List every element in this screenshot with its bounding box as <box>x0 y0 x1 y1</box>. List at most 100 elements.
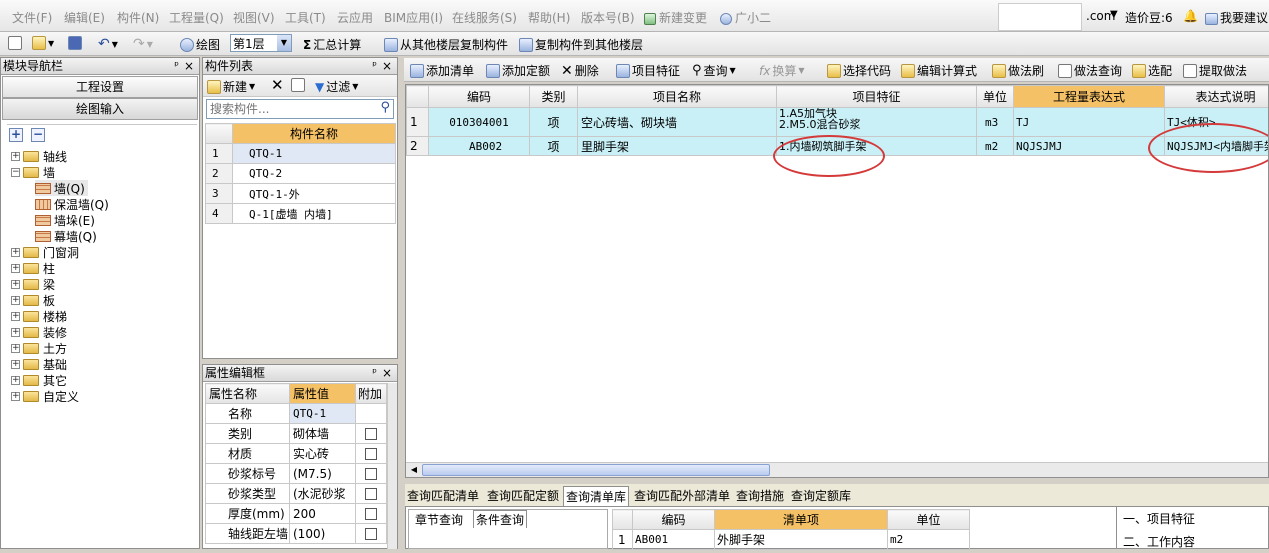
pin-icon[interactable]: ᵖ <box>372 58 377 74</box>
tree-item-pilaster[interactable]: 墙垛(E) <box>35 212 95 228</box>
sum-calc-button[interactable]: Σ汇总计算 <box>303 36 361 53</box>
project-feature-button[interactable]: 项目特征 <box>616 62 680 79</box>
tab-match-list[interactable]: 查询匹配清单 <box>407 487 479 504</box>
extra-checkbox[interactable] <box>365 428 377 440</box>
item-feature-line[interactable]: 2.M5.0混合砂浆 <box>779 119 976 130</box>
prop-value[interactable]: (M7.5) <box>290 464 356 484</box>
component-search-box[interactable]: ⚲ <box>206 99 394 119</box>
account-dropdown-icon[interactable]: ▼ <box>1110 9 1118 20</box>
prop-value[interactable]: QTQ-1 <box>290 404 356 424</box>
open-folder-icon[interactable]: ▼ <box>32 36 54 50</box>
col-unit-header[interactable]: 单位 <box>977 86 1014 108</box>
tab-condition-search[interactable]: 条件查询 <box>473 510 527 528</box>
table-row[interactable]: 1AB001外脚手架m2 <box>613 530 970 550</box>
scrollbar-thumb[interactable] <box>422 464 770 476</box>
component-name[interactable]: Q-1[虚墙 内墙] <box>233 204 396 224</box>
project-settings-button[interactable]: 工程设置 <box>2 76 198 98</box>
tree-item-axis[interactable]: +轴线 <box>11 148 67 164</box>
extract-method-button[interactable]: 提取做法 <box>1183 62 1247 79</box>
tree-item-insulation-wall[interactable]: 保温墙(Q) <box>35 196 109 212</box>
expand-icon[interactable]: + <box>11 328 20 337</box>
col-expr-header[interactable]: 工程量表达式 <box>1014 86 1165 108</box>
save-icon[interactable] <box>68 36 82 50</box>
item-unit[interactable]: m3 <box>977 108 1014 137</box>
delete-button[interactable]: ✕删除 <box>561 62 599 79</box>
table-row[interactable]: 1QTQ-1 <box>206 144 396 164</box>
tab-match-external-list[interactable]: 查询匹配外部清单 <box>634 487 730 504</box>
expand-icon[interactable]: + <box>11 280 20 289</box>
col-name-header[interactable]: 项目名称 <box>578 86 777 108</box>
col-desc-header[interactable]: 表达式说明 <box>1165 86 1269 108</box>
col-type-header[interactable]: 类别 <box>530 86 578 108</box>
item-name[interactable]: 里脚手架 <box>578 137 777 156</box>
component-search-input[interactable] <box>207 100 367 118</box>
collapse-all-icon[interactable]: − <box>31 128 45 142</box>
property-scrollbar[interactable] <box>387 383 397 549</box>
expand-icon[interactable]: + <box>11 264 20 273</box>
drawing-input-button[interactable]: 绘图输入 <box>2 98 198 120</box>
tab-match-quota[interactable]: 查询匹配定额 <box>487 487 559 504</box>
tab-chapter-search[interactable]: 章节查询 <box>415 511 463 528</box>
filter-button[interactable]: ▼过滤▼ <box>315 78 358 95</box>
extra-checkbox[interactable] <box>365 468 377 480</box>
extra-checkbox[interactable] <box>365 448 377 460</box>
expand-icon[interactable]: + <box>11 152 20 161</box>
tree-item-beam[interactable]: +梁 <box>11 276 55 292</box>
prop-value[interactable]: (100) <box>290 524 356 544</box>
extra-checkbox[interactable] <box>365 528 377 540</box>
tree-item-curtain-wall[interactable]: 幕墙(Q) <box>35 228 97 244</box>
redo-icon[interactable]: ↷▼ <box>133 36 153 52</box>
menu-edit[interactable]: 编辑(E) <box>64 9 105 26</box>
item-unit[interactable]: m2 <box>977 137 1014 156</box>
new-file-icon[interactable] <box>8 36 22 50</box>
new-component-button[interactable]: 新建▼ <box>207 78 255 95</box>
component-name[interactable]: QTQ-1 <box>233 144 396 164</box>
pin-icon[interactable]: ᵖ <box>372 365 377 381</box>
match-button[interactable]: 选配 <box>1132 62 1172 79</box>
add-list-button[interactable]: 添加清单 <box>410 62 474 79</box>
undo-icon[interactable]: ↶▼ <box>98 36 118 52</box>
tree-item-earthwork[interactable]: +土方 <box>11 340 67 356</box>
prop-value[interactable]: 实心砖 <box>290 444 356 464</box>
table-row[interactable]: 2QTQ-2 <box>206 164 396 184</box>
col-code-header[interactable]: 编码 <box>429 86 530 108</box>
add-quota-button[interactable]: 添加定额 <box>486 62 550 79</box>
extra-checkbox[interactable] <box>365 508 377 520</box>
tab-list-library[interactable]: 查询清单库 <box>563 486 629 506</box>
prop-value[interactable]: 砌体墙 <box>290 424 356 444</box>
suggest-button[interactable]: 我要建议 <box>1205 9 1268 26</box>
account-field[interactable] <box>998 3 1082 31</box>
detail-feature-heading[interactable]: 一、项目特征 <box>1117 507 1268 530</box>
item-type[interactable]: 项 <box>530 108 578 137</box>
menu-quantity[interactable]: 工程量(Q) <box>169 9 224 26</box>
tab-quota-library[interactable]: 查询定额库 <box>791 487 851 504</box>
close-icon[interactable]: × <box>382 58 392 74</box>
menu-help[interactable]: 帮助(H) <box>528 9 570 26</box>
table-row[interactable]: 4Q-1[虚墙 内墙] <box>206 204 396 224</box>
item-expr[interactable]: TJ <box>1014 108 1165 137</box>
menu-view[interactable]: 视图(V) <box>233 9 275 26</box>
component-name-header[interactable]: 构件名称 <box>233 124 396 144</box>
close-icon[interactable]: × <box>382 365 392 381</box>
prop-value[interactable]: (水泥砂浆 <box>290 484 356 504</box>
lib-unit-header[interactable]: 单位 <box>888 510 970 530</box>
tree-item-stairs[interactable]: +楼梯 <box>11 308 67 324</box>
menu-version[interactable]: 版本号(B) <box>581 9 635 26</box>
item-code[interactable]: 010304001 <box>429 108 530 137</box>
lib-code-header[interactable]: 编码 <box>633 510 715 530</box>
expand-icon[interactable]: + <box>11 360 20 369</box>
extra-checkbox[interactable] <box>365 488 377 500</box>
prop-value[interactable]: 200 <box>290 504 356 524</box>
table-row[interactable]: 3QTQ-1-外 <box>206 184 396 204</box>
item-name[interactable]: 空心砖墙、砌块墙 <box>578 108 777 137</box>
menu-cloud[interactable]: 云应用 <box>337 9 373 26</box>
component-name[interactable]: QTQ-2 <box>233 164 396 184</box>
delete-icon[interactable]: ✕ <box>271 76 284 94</box>
expand-icon[interactable]: + <box>11 312 20 321</box>
search-icon[interactable]: ⚲ <box>380 100 390 115</box>
component-name[interactable]: QTQ-1-外 <box>233 184 396 204</box>
horizontal-scrollbar[interactable]: ◀ <box>406 462 1269 477</box>
tab-measures[interactable]: 查询措施 <box>736 487 784 504</box>
expand-icon[interactable]: + <box>11 296 20 305</box>
menu-new-change[interactable]: 新建变更 <box>644 9 707 26</box>
